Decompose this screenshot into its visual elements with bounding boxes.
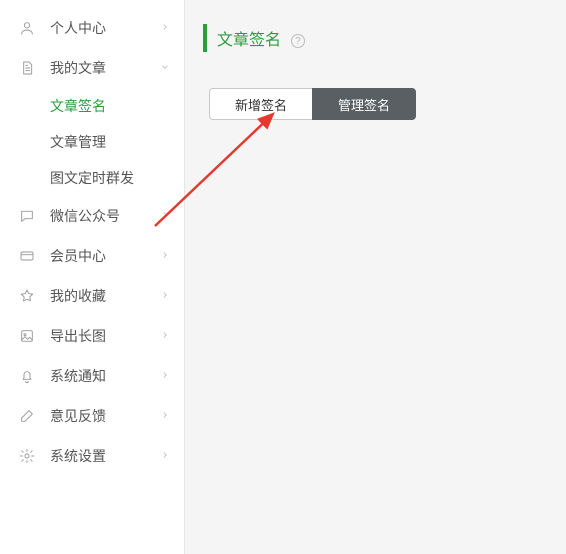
sidebar-item-label: 微信公众号 <box>50 206 160 226</box>
main-content: 文章签名 ? 新增签名 管理签名 <box>185 0 566 554</box>
sidebar-subitem-article-manage[interactable]: 文章管理 <box>0 124 184 160</box>
sidebar-item-label: 意见反馈 <box>50 406 160 426</box>
chevron-right-icon <box>160 21 170 35</box>
sidebar-subitem-label: 文章管理 <box>50 132 106 152</box>
sidebar-item-label: 系统通知 <box>50 366 160 386</box>
edit-icon <box>18 408 36 424</box>
gear-icon <box>18 448 36 464</box>
sidebar-item-label: 会员中心 <box>50 246 160 266</box>
tab-manage-signature[interactable]: 管理签名 <box>312 88 416 120</box>
chevron-right-icon <box>160 409 170 423</box>
sidebar-item-label: 系统设置 <box>50 446 160 466</box>
sidebar-subitem-article-signature[interactable]: 文章签名 <box>0 88 184 124</box>
page-title: 文章签名 ? <box>203 24 548 52</box>
sidebar-item-my-favorites[interactable]: 我的收藏 <box>0 276 184 316</box>
image-icon <box>18 328 36 344</box>
tab-add-signature[interactable]: 新增签名 <box>209 88 313 120</box>
sidebar-item-member-center[interactable]: 会员中心 <box>0 236 184 276</box>
user-icon <box>18 20 36 36</box>
sidebar-item-export-long-image[interactable]: 导出长图 <box>0 316 184 356</box>
sidebar-item-my-articles[interactable]: 我的文章 <box>0 48 184 88</box>
chevron-right-icon <box>160 369 170 383</box>
sidebar-item-system-settings[interactable]: 系统设置 <box>0 436 184 476</box>
sidebar-item-system-notification[interactable]: 系统通知 <box>0 356 184 396</box>
chevron-down-icon <box>160 61 170 75</box>
sidebar-item-label: 我的收藏 <box>50 286 160 306</box>
sidebar-item-personal-center[interactable]: 个人中心 <box>0 8 184 48</box>
sidebar-subitem-label: 图文定时群发 <box>50 168 134 188</box>
chevron-right-icon <box>160 329 170 343</box>
chevron-right-icon <box>160 209 170 223</box>
chevron-right-icon <box>160 249 170 263</box>
sidebar-subitem-label: 文章签名 <box>50 96 106 116</box>
chevron-right-icon <box>160 449 170 463</box>
sidebar-item-label: 我的文章 <box>50 58 160 78</box>
document-icon <box>18 60 36 76</box>
tab-group: 新增签名 管理签名 <box>209 88 548 120</box>
sidebar-item-label: 导出长图 <box>50 326 160 346</box>
sidebar-item-label: 个人中心 <box>50 18 160 38</box>
chat-icon <box>18 208 36 224</box>
sidebar: 个人中心我的文章文章签名文章管理图文定时群发微信公众号会员中心我的收藏导出长图系… <box>0 0 185 554</box>
page-title-text: 文章签名 <box>217 32 281 49</box>
sidebar-subitem-scheduled-mass[interactable]: 图文定时群发 <box>0 160 184 196</box>
chevron-right-icon <box>160 289 170 303</box>
help-icon[interactable]: ? <box>291 34 305 48</box>
card-icon <box>18 248 36 264</box>
bell-icon <box>18 368 36 384</box>
star-icon <box>18 288 36 304</box>
sidebar-item-wechat-official[interactable]: 微信公众号 <box>0 196 184 236</box>
sidebar-item-feedback[interactable]: 意见反馈 <box>0 396 184 436</box>
